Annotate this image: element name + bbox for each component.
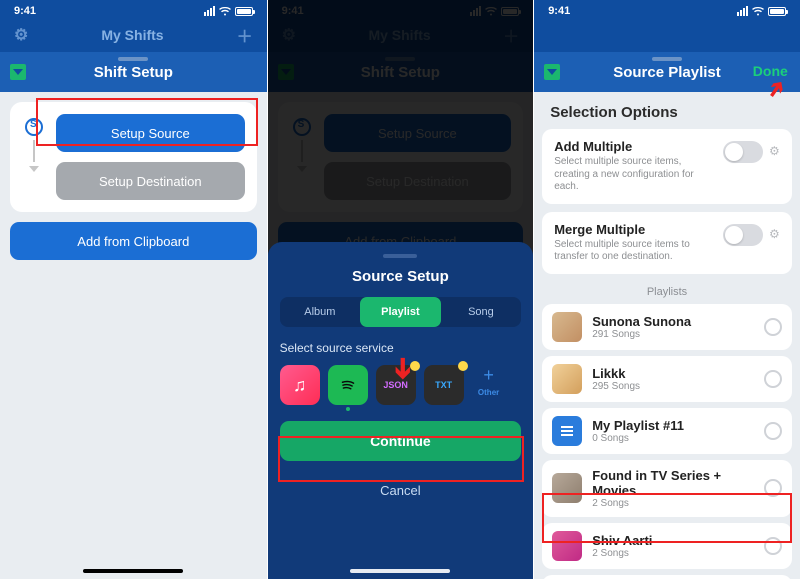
subheader: Source Playlist Done [534, 52, 800, 92]
playlist-item[interactable]: Shiv Aarti2 Songs [542, 523, 792, 569]
sheet-handle-icon[interactable] [652, 57, 682, 61]
playlist-name: My Playlist #11 [592, 418, 754, 433]
sheet-handle-icon[interactable] [118, 57, 148, 61]
playlist-item[interactable]: Likkk295 Songs [542, 356, 792, 402]
tab-song[interactable]: Song [441, 297, 522, 327]
download-icon[interactable] [10, 64, 26, 80]
option-add-multiple: Add Multiple Select multiple source item… [542, 129, 792, 204]
badge-icon [458, 361, 468, 371]
source-step-icon [25, 118, 43, 136]
radio-icon[interactable] [764, 537, 782, 555]
playlist-count: 2 Songs [592, 548, 754, 559]
add-other-service-button[interactable]: +Other [472, 365, 506, 397]
download-icon[interactable] [544, 64, 560, 80]
apple-music-icon[interactable] [280, 365, 320, 405]
badge-icon [410, 361, 420, 371]
wifi-icon [219, 7, 231, 16]
playlist-count: 0 Songs [592, 433, 754, 444]
gear-icon[interactable]: ⚙ [769, 144, 780, 158]
playlist-name: Sunona Sunona [592, 314, 754, 329]
sheet-title: Source Setup [280, 268, 522, 285]
sheet-handle-icon[interactable] [383, 254, 417, 258]
signal-icon [737, 6, 748, 16]
setup-source-button[interactable]: Setup Source [56, 114, 245, 152]
option-subtitle: Select multiple source items, creating a… [554, 156, 713, 194]
subheader: Shift Setup [0, 52, 267, 92]
playlist-item[interactable]: My Playlist #110 Songs [542, 408, 792, 454]
option-subtitle: Select multiple source items to transfer… [554, 239, 713, 264]
add-from-clipboard-button[interactable]: Add from Clipboard [10, 222, 257, 260]
source-setup-sheet: Source Setup Album Playlist Song Select … [268, 242, 534, 579]
playlist-count: 291 Songs [592, 329, 754, 340]
body[interactable]: Selection Options Add Multiple Select mu… [534, 92, 800, 579]
json-icon[interactable]: JSON [376, 365, 416, 405]
radio-icon[interactable] [764, 318, 782, 336]
setup-destination-button[interactable]: Setup Destination [56, 162, 245, 200]
sub-title: Source Playlist [613, 64, 721, 81]
battery-icon [768, 7, 786, 16]
playlist-item[interactable]: Abhijeet35 Songs [542, 575, 792, 579]
playlist-thumb-icon [552, 312, 582, 342]
phone-source-setup: 9:41 ⚙My Shifts＋ Shift Setup Setup Sourc… [267, 0, 534, 579]
playlist-item[interactable]: Found in TV Series + Movies2 Songs [542, 460, 792, 517]
services-row: JSON TXT +Other [280, 365, 522, 405]
playlist-thumb-icon [552, 531, 582, 561]
titlebar: 9:41 ⚙ My Shifts ＋ [0, 0, 267, 52]
setup-card: Setup Source Setup Destination [10, 102, 257, 212]
txt-icon[interactable]: TXT [424, 365, 464, 405]
playlist-thumb-icon [552, 473, 582, 503]
spotify-icon[interactable] [328, 365, 368, 405]
radio-icon[interactable] [764, 479, 782, 497]
playlist-name: Found in TV Series + Movies [592, 468, 754, 498]
battery-icon [235, 7, 253, 16]
radio-icon[interactable] [764, 422, 782, 440]
progress-indicator [22, 114, 46, 200]
playlist-item[interactable]: Sunona Sunona291 Songs [542, 304, 792, 350]
radio-icon[interactable] [764, 370, 782, 388]
playlist-thumb-icon [552, 364, 582, 394]
signal-icon [204, 6, 215, 16]
home-indicator[interactable] [83, 569, 183, 573]
tab-album[interactable]: Album [280, 297, 361, 327]
toggle-merge-multiple[interactable] [723, 224, 763, 246]
toggle-add-multiple[interactable] [723, 141, 763, 163]
status-bar: 9:41 [0, 0, 267, 22]
type-segmented-control: Album Playlist Song [280, 297, 522, 327]
body: Setup Source Setup Destination Add from … [0, 92, 267, 579]
phone-source-playlist: 9:41 Source Playlist Done Selection Opti… [533, 0, 800, 579]
home-indicator[interactable] [350, 569, 450, 573]
playlist-thumb-icon [552, 416, 582, 446]
status-time: 9:41 [548, 5, 570, 17]
playlist-name: Likkk [592, 366, 754, 381]
playlist-name: Shiv Aarti [592, 533, 754, 548]
section-header: Selection Options [542, 100, 792, 129]
sub-title: Shift Setup [94, 64, 173, 81]
playlist-count: 2 Songs [592, 498, 754, 509]
done-button[interactable]: Done [753, 63, 788, 79]
gear-icon[interactable]: ⚙ [769, 227, 780, 241]
option-title: Merge Multiple [554, 222, 713, 237]
select-service-label: Select source service [280, 341, 522, 355]
settings-icon[interactable]: ⚙ [14, 25, 28, 45]
cancel-button[interactable]: Cancel [280, 471, 522, 509]
list-header: Playlists [542, 282, 792, 304]
selected-dot-icon [346, 407, 350, 411]
playlist-count: 295 Songs [592, 381, 754, 392]
add-icon[interactable]: ＋ [237, 23, 253, 47]
option-merge-multiple: Merge Multiple Select multiple source it… [542, 212, 792, 274]
tab-playlist[interactable]: Playlist [360, 297, 441, 327]
screen-title-bg: My Shifts [101, 27, 163, 43]
wifi-icon [752, 7, 764, 16]
continue-button[interactable]: Continue [280, 421, 522, 461]
arrow-down-icon [29, 166, 39, 172]
phone-shift-setup: 9:41 ⚙ My Shifts ＋ Shift Setup [0, 0, 267, 579]
option-title: Add Multiple [554, 139, 713, 154]
status-time: 9:41 [14, 5, 36, 17]
titlebar: 9:41 [534, 0, 800, 52]
